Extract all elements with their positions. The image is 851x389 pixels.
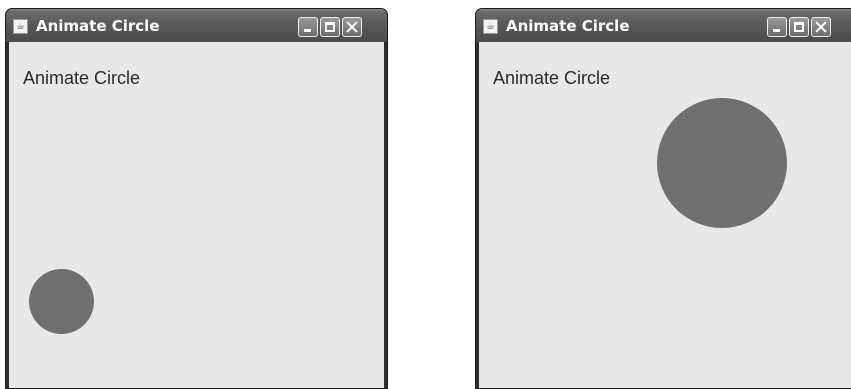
content-label: Animate Circle [493,68,611,88]
content-label: Animate Circle [23,68,141,88]
animate-circle-window-left: ☕ Animate Circle Animate Circle [5,8,388,389]
minimize-icon [773,29,780,32]
close-icon [812,18,830,36]
desktop: ☕ Animate Circle Animate Circle ☕ Animat… [0,0,851,389]
close-button[interactable] [811,17,831,37]
maximize-icon [794,22,804,32]
animated-circle [657,98,787,228]
animated-circle [29,269,94,334]
content-panel: Animate Circle [479,42,851,388]
window-title: Animate Circle [36,17,160,35]
title-bar[interactable]: ☕ Animate Circle [476,9,851,42]
minimize-button[interactable] [298,17,318,37]
maximize-button[interactable] [320,17,340,37]
java-cup-icon[interactable]: ☕ [483,19,498,34]
java-cup-icon[interactable]: ☕ [13,19,28,34]
animate-circle-window-right: ☕ Animate Circle Animate Circle [475,8,851,389]
minimize-icon [304,29,311,32]
minimize-button[interactable] [767,17,787,37]
close-icon [343,18,361,36]
close-button[interactable] [342,17,362,37]
window-title: Animate Circle [506,17,630,35]
maximize-button[interactable] [789,17,809,37]
maximize-icon [325,22,335,32]
title-bar[interactable]: ☕ Animate Circle [6,9,387,42]
content-panel: Animate Circle [9,42,384,388]
